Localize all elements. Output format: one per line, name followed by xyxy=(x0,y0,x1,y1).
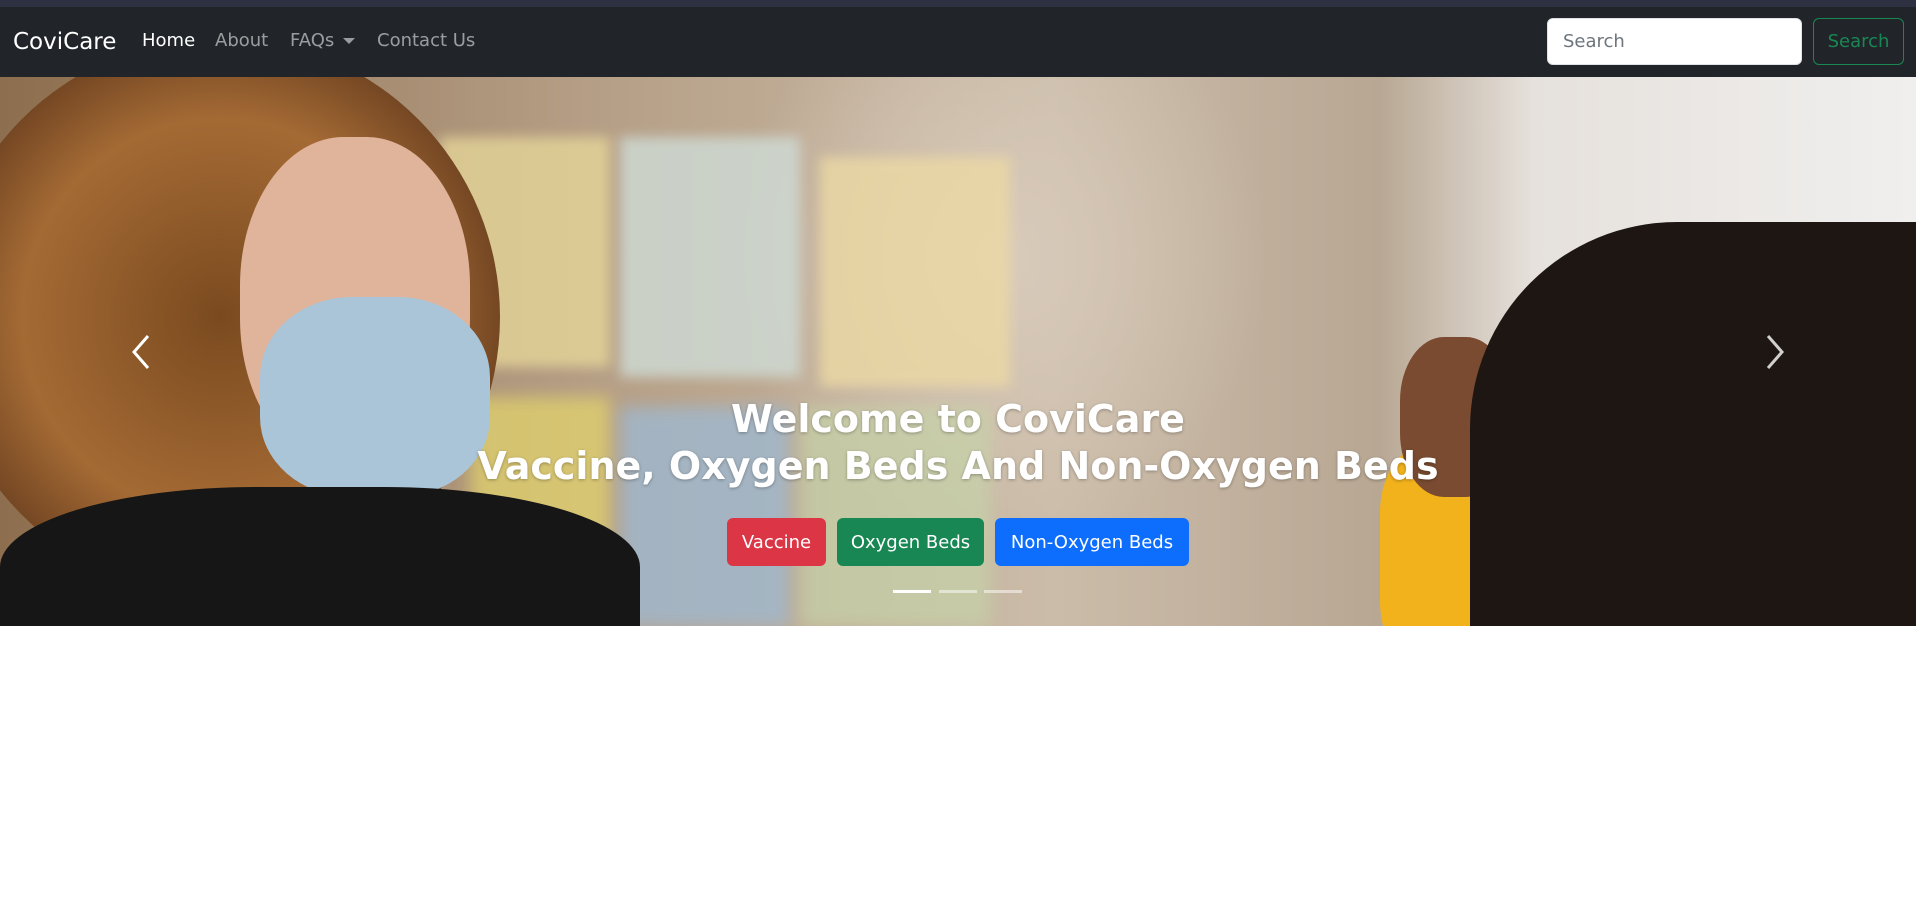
carousel-subtitle: Vaccine, Oxygen Beds And Non-Oxygen Beds xyxy=(477,444,1439,488)
chevron-right-icon xyxy=(1766,335,1784,369)
navbar: CoviCare Home About FAQs Contact Us Sear… xyxy=(0,7,1916,77)
hero-carousel: Welcome to CoviCare Vaccine, Oxygen Beds… xyxy=(0,77,1916,626)
oxygen-beds-button[interactable]: Oxygen Beds xyxy=(837,518,984,566)
nav-home[interactable]: Home xyxy=(142,30,195,51)
vaccine-button[interactable]: Vaccine xyxy=(727,518,826,566)
nav-faqs-dropdown[interactable]: FAQs xyxy=(290,30,356,51)
search-button[interactable]: Search xyxy=(1813,18,1904,65)
caret-down-icon xyxy=(343,38,356,44)
carousel-next-button[interactable] xyxy=(1754,332,1794,372)
carousel-prev-button[interactable] xyxy=(122,332,162,372)
nav-about[interactable]: About xyxy=(215,30,268,51)
nav-faqs-label: FAQs xyxy=(290,30,335,51)
carousel-indicator-3[interactable] xyxy=(984,590,1022,593)
carousel-indicator-1[interactable] xyxy=(893,590,931,593)
brand-logo[interactable]: CoviCare xyxy=(13,29,116,55)
chevron-left-icon xyxy=(132,335,150,369)
carousel-indicator-2[interactable] xyxy=(939,590,977,593)
carousel-title: Welcome to CoviCare xyxy=(731,397,1185,441)
nav-contact[interactable]: Contact Us xyxy=(377,30,475,51)
browser-top-strip xyxy=(0,0,1916,7)
non-oxygen-beds-button[interactable]: Non-Oxygen Beds xyxy=(995,518,1189,566)
search-input[interactable] xyxy=(1547,18,1802,65)
